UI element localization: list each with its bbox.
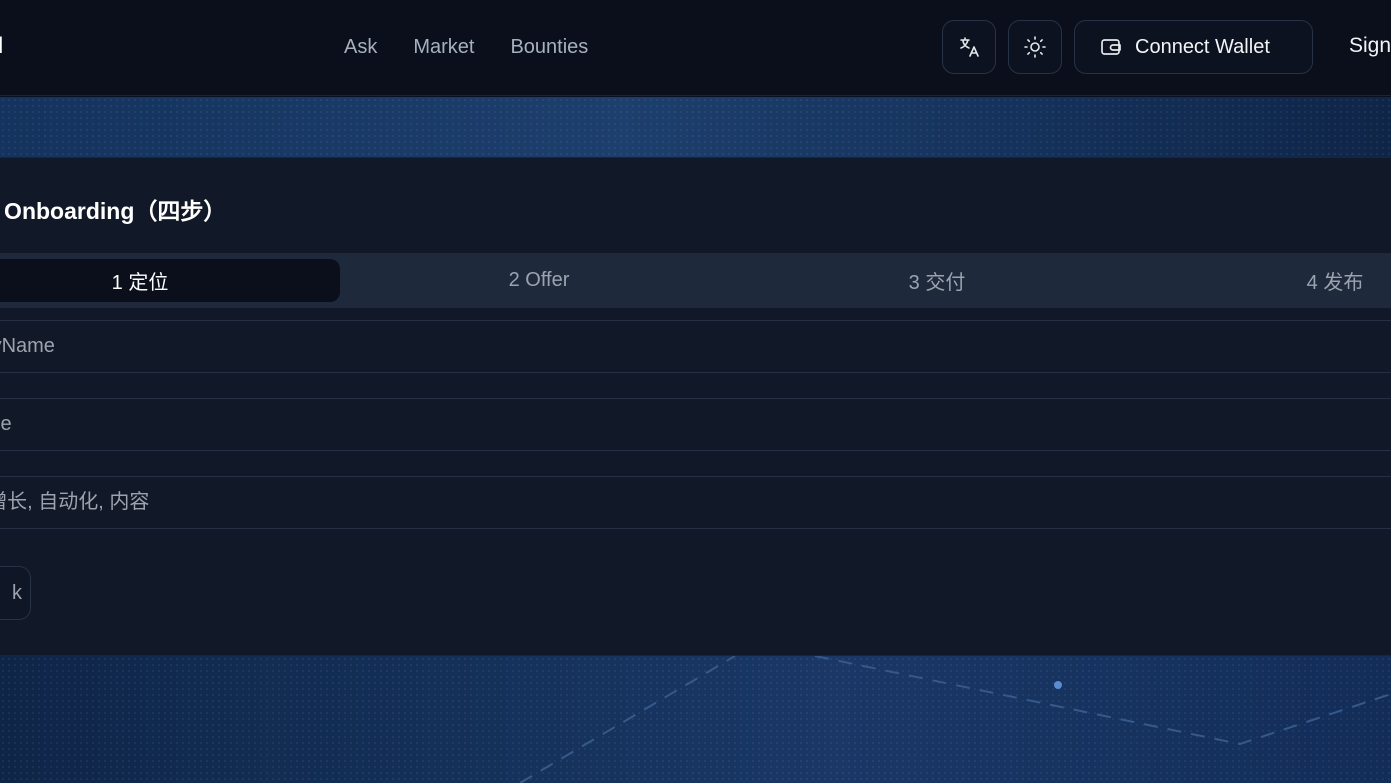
nav-link-market[interactable]: Market: [413, 34, 474, 60]
step-tab-4[interactable]: 4 发布: [1136, 253, 1391, 308]
step-tab-3[interactable]: 3 交付: [738, 253, 1136, 308]
connect-wallet-button[interactable]: Connect Wallet: [1074, 20, 1313, 74]
wallet-icon: [1101, 39, 1121, 55]
hero-band: [0, 97, 1391, 157]
onboarding-card: t Onboarding（四步） 1 定位 2 Offer 3 交付 4 发布 …: [0, 157, 1391, 656]
step-tab-1[interactable]: 1 定位: [0, 259, 340, 302]
brand-logo[interactable]: N: [0, 32, 4, 60]
page: N Ask Market Bounties Connect Wallet: [0, 0, 1391, 783]
decorative-dashed-lines: [519, 656, 1391, 783]
back-button[interactable]: k: [0, 566, 31, 620]
top-navigation-bar: N Ask Market Bounties Connect Wallet: [0, 0, 1391, 96]
headline-field: [0, 398, 1391, 451]
tags-input[interactable]: [0, 491, 1176, 514]
background-decoration: [0, 656, 1391, 783]
connect-wallet-label: Connect Wallet: [1135, 35, 1270, 58]
step-tabs: 1 定位 2 Offer 3 交付 4 发布: [0, 253, 1391, 308]
sun-icon: [1024, 36, 1046, 58]
translate-icon: [960, 37, 979, 57]
main-nav: Ask Market Bounties: [344, 34, 588, 60]
language-toggle-button[interactable]: [942, 20, 996, 74]
headline-input[interactable]: [0, 413, 1176, 436]
card-title: t Onboarding（四步）: [0, 198, 227, 224]
tags-field: [0, 476, 1391, 529]
nav-link-bounties[interactable]: Bounties: [510, 34, 588, 60]
sign-in-button[interactable]: Sign: [1349, 34, 1391, 58]
decorative-dot: [1054, 681, 1062, 689]
nav-link-ask[interactable]: Ask: [344, 34, 377, 60]
display-name-field: [0, 320, 1391, 373]
display-name-input[interactable]: [0, 335, 1176, 358]
theme-toggle-button[interactable]: [1008, 20, 1062, 74]
step-tab-2[interactable]: 2 Offer: [340, 253, 738, 308]
